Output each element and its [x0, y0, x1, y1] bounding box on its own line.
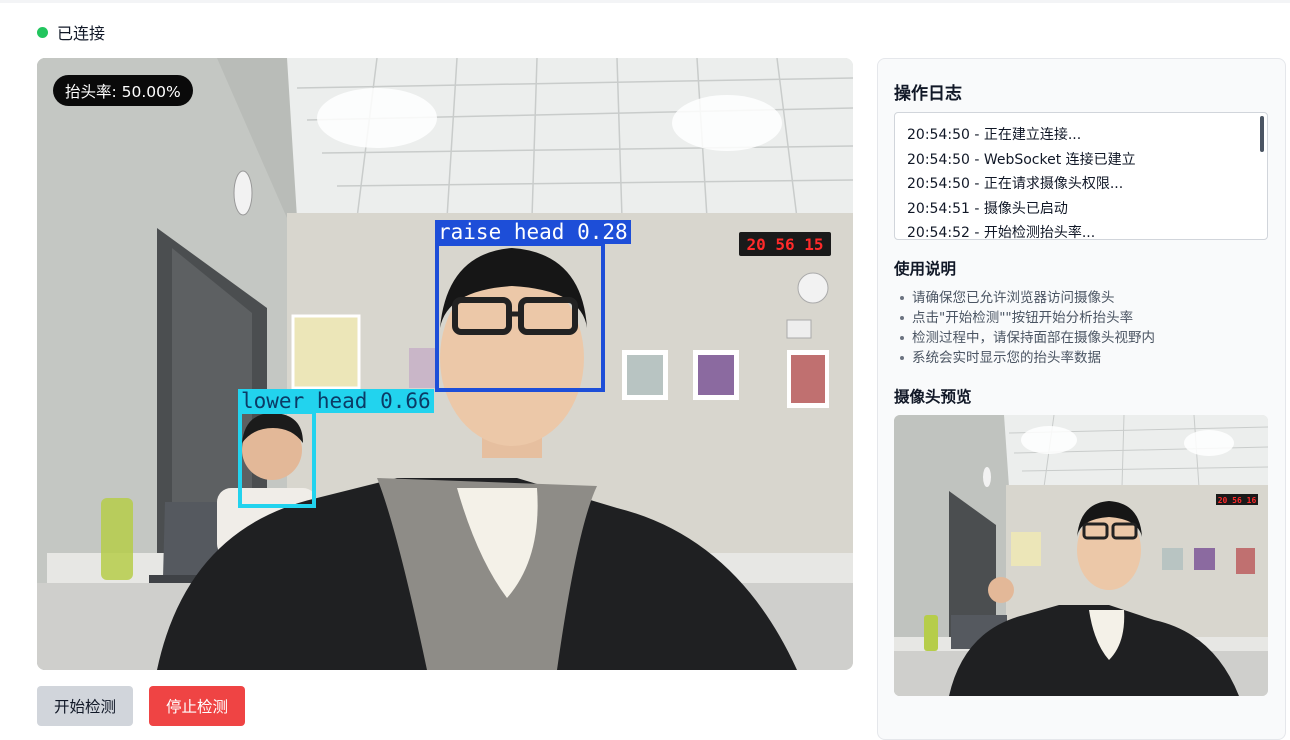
guide-item: 请确保您已允许浏览器访问摄像头 [900, 288, 1155, 308]
operation-log[interactable]: 20:54:50 - 正在建立连接... 20:54:50 - WebSocke… [894, 112, 1268, 240]
top-border [0, 0, 1290, 3]
head-up-rate-badge: 抬头率: 50.00% [53, 75, 193, 106]
start-detection-button[interactable]: 开始检测 [37, 686, 133, 726]
preview-clock-display: 20 56 16 [1218, 496, 1257, 505]
log-scrollbar[interactable] [1260, 116, 1264, 152]
side-panel: 操作日志 20:54:50 - 正在建立连接... 20:54:50 - Web… [877, 58, 1286, 740]
guide-title: 使用说明 [894, 260, 957, 278]
log-entry: 20:54:50 - 正在建立连接... [907, 127, 1082, 143]
status-dot-icon [37, 26, 48, 38]
log-entry: 20:54:52 - 开始检测抬头率... [907, 225, 1096, 240]
camera-preview-image: 20 56 16 [894, 415, 1268, 696]
preview-title: 摄像头预览 [894, 388, 972, 406]
classroom-scene-image: 20 56 15 [37, 58, 853, 670]
log-title: 操作日志 [894, 84, 962, 104]
status-text: 已连接 [57, 24, 106, 43]
guide-item: 点击"开始检测""按钮开始分析抬头率 [900, 308, 1155, 328]
camera-preview: 20 56 16 [894, 415, 1268, 696]
log-entry: 20:54:51 - 摄像头已启动 [907, 200, 1068, 217]
detection-label-lower-head: lower head 0.66 [238, 389, 434, 413]
log-entry: 20:54:50 - 正在请求摄像头权限... [907, 176, 1124, 192]
stop-detection-button[interactable]: 停止检测 [149, 686, 245, 726]
detection-label-raise-head: raise head 0.28 [435, 220, 631, 244]
video-feed: 20 56 15 抬头率: 50.00% raise head 0.28 low… [37, 58, 853, 670]
usage-guide-list: 请确保您已允许浏览器访问摄像头 点击"开始检测""按钮开始分析抬头率 检测过程中… [900, 288, 1155, 368]
connection-status: 已连接 [37, 20, 105, 44]
guide-item: 系统会实时显示您的抬头率数据 [900, 348, 1155, 368]
wall-clock-display: 20 56 15 [746, 235, 823, 254]
log-entry: 20:54:50 - WebSocket 连接已建立 [907, 151, 1136, 168]
guide-item: 检测过程中，请保持面部在摄像头视野内 [900, 328, 1155, 348]
